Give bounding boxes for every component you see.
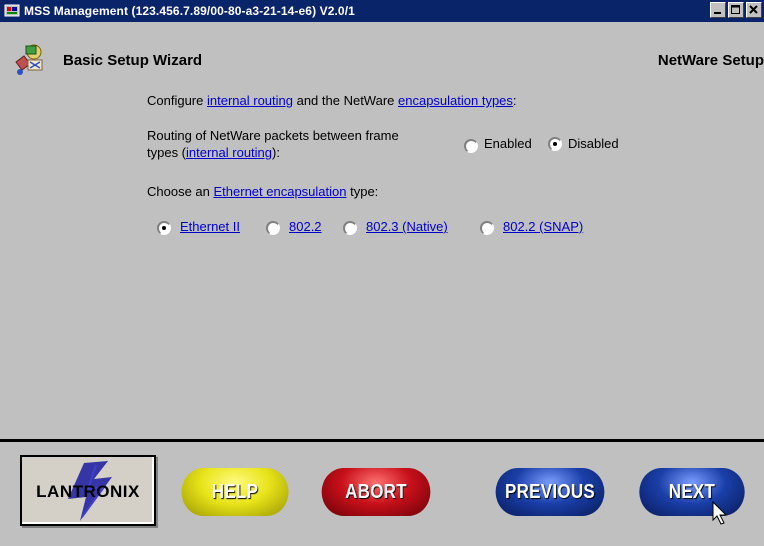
lantronix-logo-graphic: LANTRONIX xyxy=(36,460,140,521)
encap-802-2-snap-link[interactable]: 802.2 (SNAP) xyxy=(503,219,583,234)
routing-line2: types (internal routing): xyxy=(147,145,280,160)
encap-ethernet-ii-link[interactable]: Ethernet II xyxy=(180,219,240,234)
intro-middle: and the NetWare xyxy=(292,93,398,108)
wizard-icon xyxy=(12,42,48,78)
routing-enabled-label[interactable]: Enabled xyxy=(484,136,532,151)
routing-line2-prefix: types ( xyxy=(147,145,187,160)
abort-button[interactable]: ABORT xyxy=(321,468,431,516)
routing-line2-suffix: ): xyxy=(272,145,280,160)
encap-ethernet-ii-radio[interactable] xyxy=(157,221,171,235)
close-icon[interactable] xyxy=(746,2,762,18)
encap-prompt-prefix: Choose an xyxy=(147,184,214,199)
window-titlebar[interactable]: MSS Management (123.456.7.89/00-80-a3-21… xyxy=(0,0,764,22)
intro-prefix: Configure xyxy=(147,93,207,108)
minimize-icon[interactable] xyxy=(710,2,726,18)
routing-disabled-label[interactable]: Disabled xyxy=(568,136,619,151)
mouse-cursor-icon xyxy=(712,501,728,525)
logo-text: LANTRONIX xyxy=(36,482,140,501)
app-icon xyxy=(4,3,20,19)
routing-disabled-radio[interactable] xyxy=(548,137,562,151)
previous-button[interactable]: PREVIOUS xyxy=(495,468,605,516)
encapsulation-types-link[interactable]: encapsulation types xyxy=(398,93,513,108)
ethernet-encapsulation-link[interactable]: Ethernet encapsulation xyxy=(214,184,347,199)
routing-enabled-radio[interactable] xyxy=(464,139,478,153)
maximize-icon[interactable] xyxy=(728,2,744,18)
encap-802-2-link[interactable]: 802.2 xyxy=(289,219,322,234)
internal-routing-link-2[interactable]: internal routing xyxy=(186,145,272,160)
encap-802-2-radio[interactable] xyxy=(266,221,280,235)
encapsulation-prompt: Choose an Ethernet encapsulation type: xyxy=(147,184,378,199)
help-button[interactable]: HELP xyxy=(181,468,289,516)
encap-802-3-native-radio[interactable] xyxy=(343,221,357,235)
encap-802-2-snap-radio[interactable] xyxy=(480,221,494,235)
internal-routing-link[interactable]: internal routing xyxy=(207,93,293,108)
intro-suffix: : xyxy=(512,93,517,108)
wizard-title: Basic Setup Wizard xyxy=(63,52,203,69)
encap-802-3-native-link[interactable]: 802.3 (Native) xyxy=(366,219,448,234)
window-title: MSS Management (123.456.7.89/00-80-a3-21… xyxy=(24,4,355,18)
window-controls xyxy=(710,2,764,18)
routing-line1: Routing of NetWare packets between frame xyxy=(147,128,399,143)
intro-text: Configure internal routing and the NetWa… xyxy=(147,93,517,108)
lantronix-logo[interactable]: LANTRONIX xyxy=(20,455,156,526)
section-title: NetWare Setup xyxy=(657,52,764,69)
encap-prompt-suffix: type: xyxy=(346,184,379,199)
